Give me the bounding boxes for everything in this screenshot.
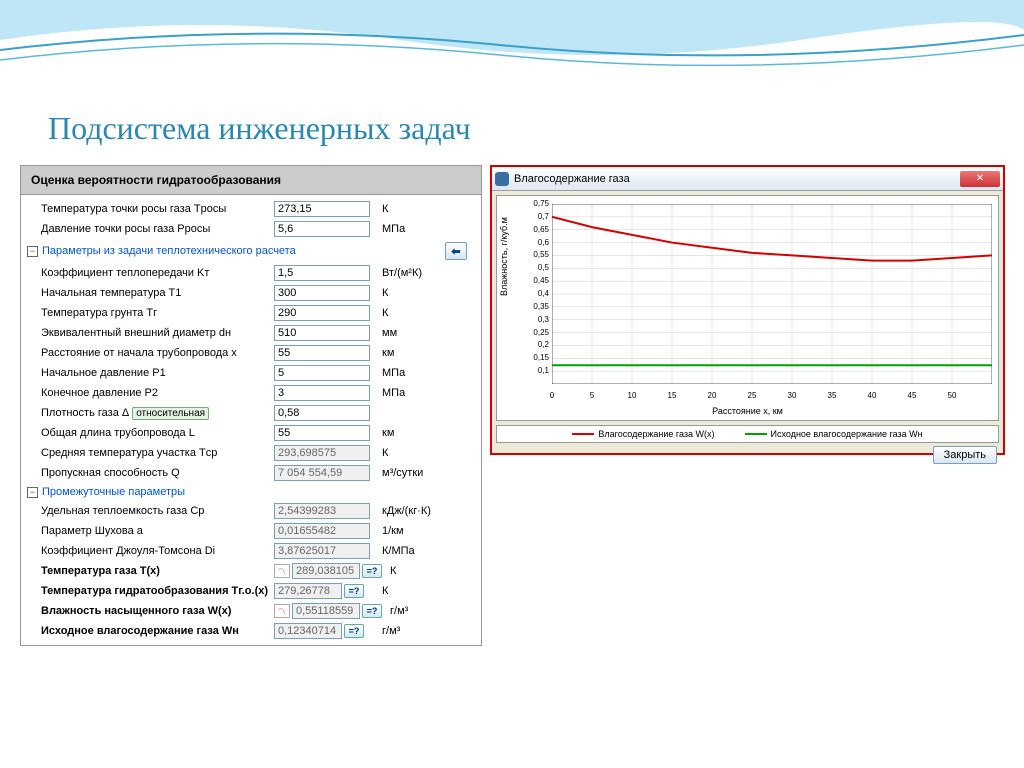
legend-swatch-red: [572, 433, 594, 435]
chart-area: Влажность, г/куб.м Расстояние x, км 0,10…: [496, 195, 999, 421]
chart-icon[interactable]: 〽: [274, 604, 290, 618]
dew-temp-input[interactable]: [274, 201, 370, 217]
input-x[interactable]: [274, 345, 370, 361]
chart-plot: [552, 204, 992, 384]
back-button[interactable]: ⬅: [445, 242, 467, 260]
label: Температура точки росы газа Tросы: [29, 203, 274, 215]
dialog-titlebar: Влагосодержание газа ✕: [492, 167, 1003, 191]
moisture-chart-dialog: Влагосодержание газа ✕ Влажность, г/куб.…: [490, 165, 1005, 455]
output-wx: [292, 603, 360, 619]
dialog-title: Влагосодержание газа: [514, 173, 960, 185]
close-button[interactable]: Закрыть: [933, 446, 997, 464]
output-tgox: [274, 583, 342, 599]
input-density[interactable]: [274, 405, 370, 421]
output-wn: [274, 623, 342, 639]
input-t1[interactable]: [274, 285, 370, 301]
chart-icon[interactable]: 〽: [274, 564, 290, 578]
input-p1[interactable]: [274, 365, 370, 381]
output-tx: [292, 563, 360, 579]
app-icon: [495, 172, 509, 186]
output-tcp: [274, 445, 370, 461]
density-type-tag[interactable]: относительная: [132, 407, 209, 420]
unit: МПа: [374, 223, 444, 235]
hydrate-form-panel: Оценка вероятности гидратообразования Те…: [20, 165, 482, 646]
y-axis-label: Влажность, г/куб.м: [499, 217, 509, 296]
unit: К: [374, 203, 444, 215]
input-l[interactable]: [274, 425, 370, 441]
wave-decoration: [0, 0, 1024, 90]
collapse-icon[interactable]: −: [27, 487, 38, 498]
output-cp: [274, 503, 370, 519]
input-tg[interactable]: [274, 305, 370, 321]
collapse-icon[interactable]: −: [27, 246, 38, 257]
help-icon[interactable]: =?: [362, 604, 382, 618]
input-dn[interactable]: [274, 325, 370, 341]
help-icon[interactable]: =?: [344, 624, 364, 638]
legend: Влагосодержание газа W(x) Исходное влаго…: [496, 425, 999, 443]
close-icon[interactable]: ✕: [960, 171, 1000, 187]
section-title: Параметры из задачи теплотехнического ра…: [42, 245, 296, 257]
input-kt[interactable]: [274, 265, 370, 281]
help-icon[interactable]: =?: [362, 564, 382, 578]
output-a: [274, 523, 370, 539]
section-thermal-params: − Параметры из задачи теплотехнического …: [21, 239, 481, 263]
output-q: [274, 465, 370, 481]
panel-header: Оценка вероятности гидратообразования: [21, 166, 481, 195]
legend-swatch-green: [745, 433, 767, 435]
output-di: [274, 543, 370, 559]
label: Давление точки росы газа Pросы: [29, 223, 274, 235]
help-icon[interactable]: =?: [344, 584, 364, 598]
page-title: Подсистема инженерных задач: [48, 110, 471, 147]
dew-pressure-input[interactable]: [274, 221, 370, 237]
x-axis-label: Расстояние x, км: [497, 406, 998, 416]
row-dew-pressure: Давление точки росы газа Pросы МПа: [21, 219, 481, 239]
row-dew-temp: Температура точки росы газа Tросы К: [21, 199, 481, 219]
input-p2[interactable]: [274, 385, 370, 401]
section-title: Промежуточные параметры: [42, 486, 185, 498]
section-intermediate: − Промежуточные параметры: [21, 483, 481, 501]
